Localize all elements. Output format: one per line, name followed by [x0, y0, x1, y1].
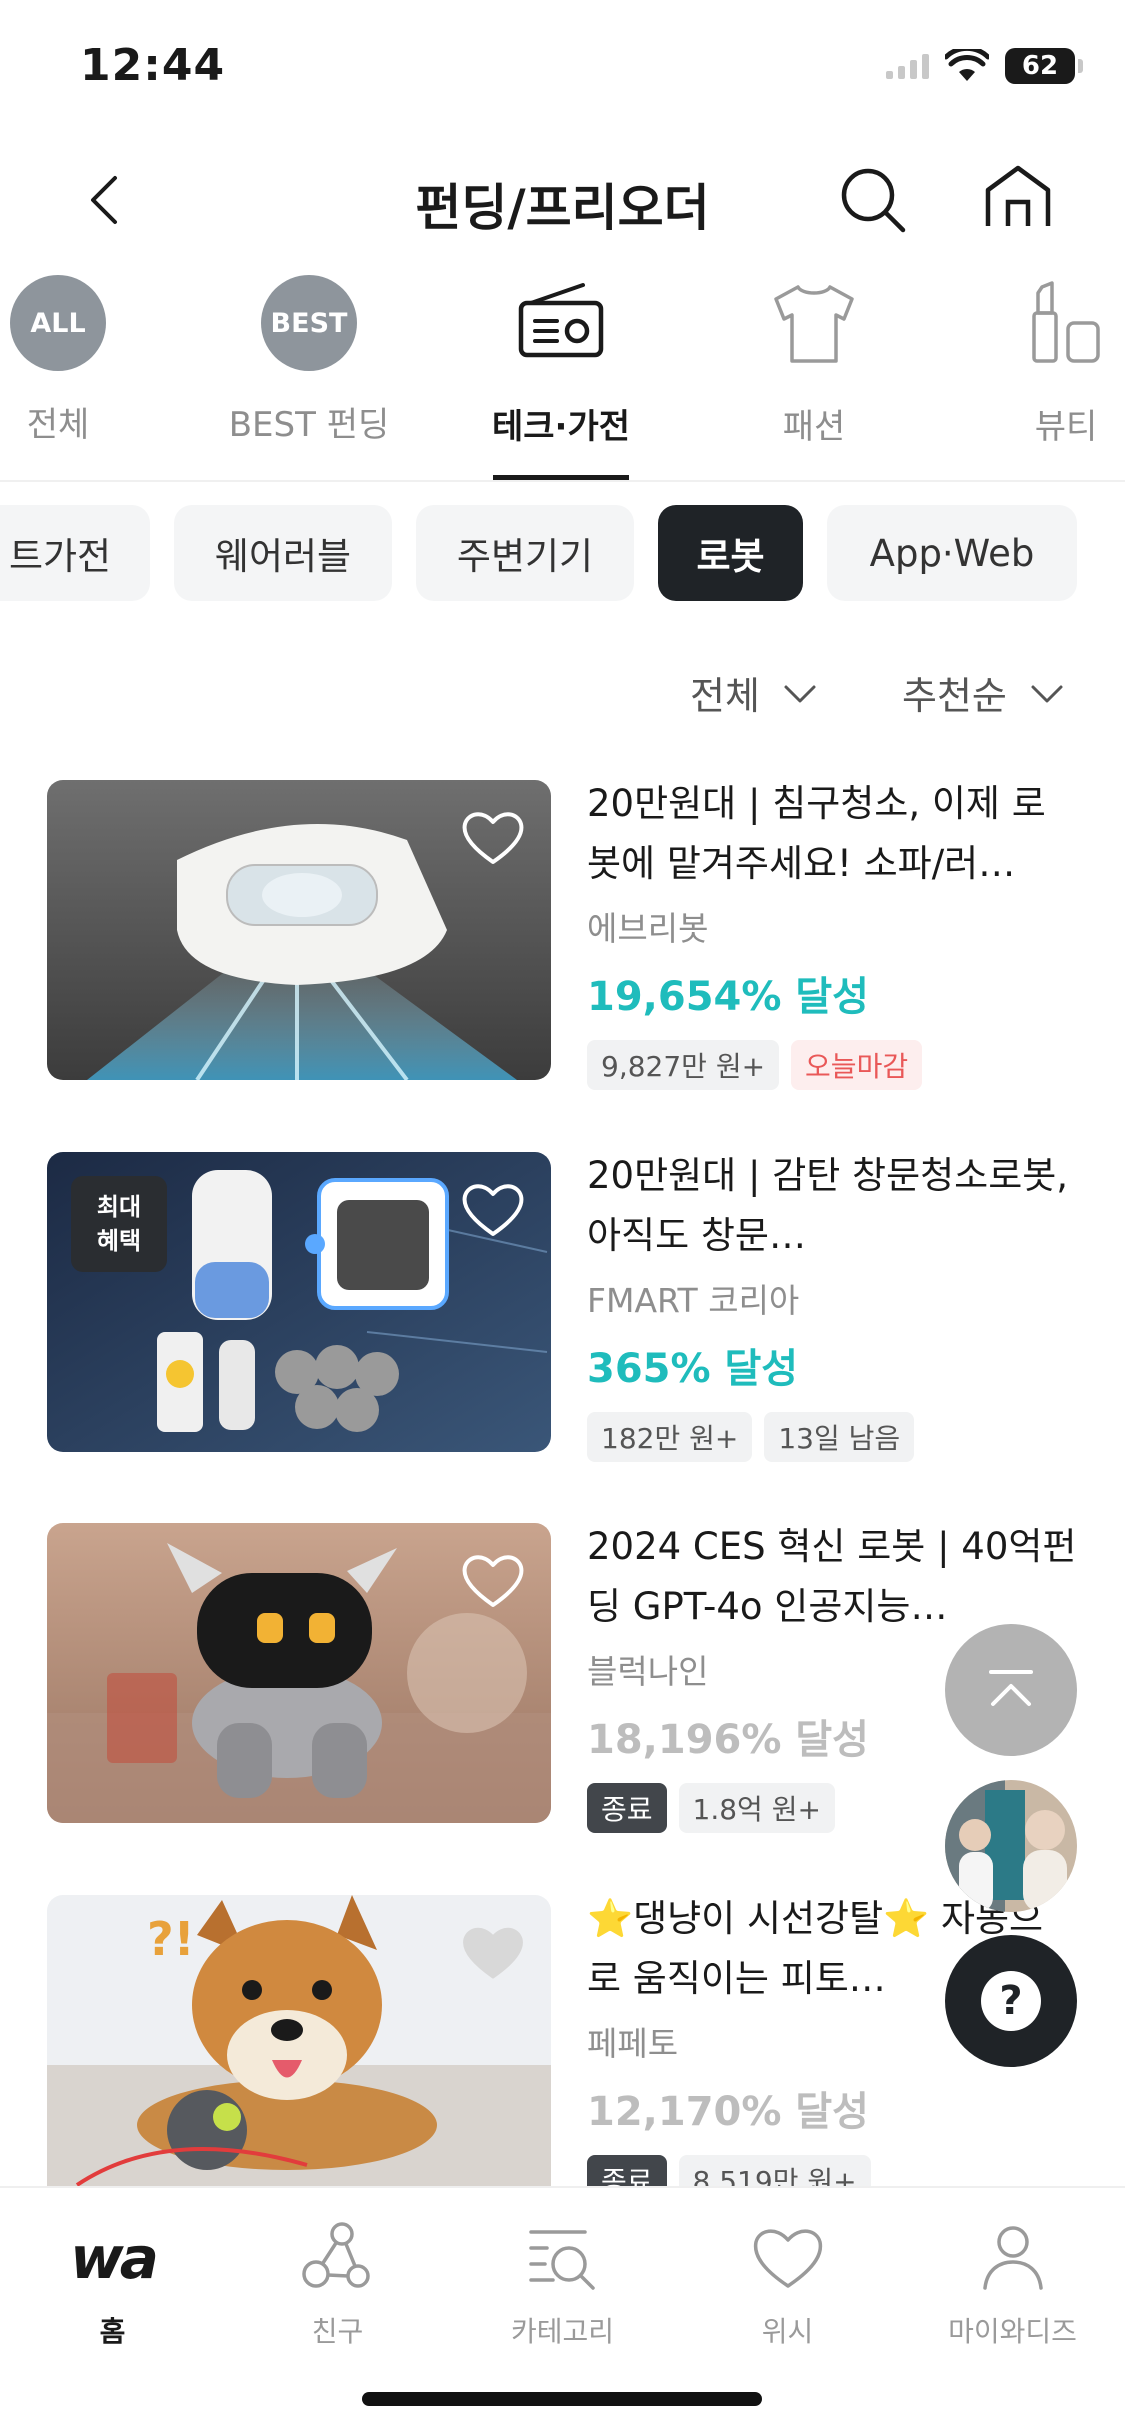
help-icon: ? [981, 1971, 1041, 2031]
status-time: 12:44 [80, 40, 226, 91]
category-search-icon [528, 2230, 595, 2290]
wadiz-logo-icon: wa [70, 2224, 159, 2292]
home-icon[interactable] [980, 160, 1056, 236]
nav-label: 카테고리 [510, 2315, 615, 2348]
heart-icon[interactable] [461, 1180, 525, 1238]
ended-tag: 종료 [587, 1783, 667, 1833]
product-card[interactable]: 2024 CES 혁신 로봇 | 40억펀딩 GPT-4o 인공지능… 블럭나인… [47, 1523, 1077, 1833]
chip-app-web[interactable]: App·Web [827, 505, 1077, 601]
product-image[interactable] [47, 780, 551, 1080]
radio-icon [518, 283, 604, 358]
divider [0, 480, 1125, 482]
product-title[interactable]: 20만원대 | 감탄 창문청소로봇, 아직도 창문… [587, 1146, 1077, 1268]
nav-label: 홈 [99, 2315, 126, 2348]
product-maker: 에브리봇 [587, 909, 709, 948]
category-label: BEST 펀딩 [228, 405, 390, 445]
avatar [945, 1780, 1077, 1912]
product-image[interactable]: 최대 혜택 [47, 1152, 551, 1452]
chevron-down-icon [784, 685, 816, 702]
filter-label: 전체 [690, 674, 760, 718]
subcategory-chips: 트가전 웨어러블 주변기기 로봇 App·Web [0, 505, 1125, 605]
cosmetics-icon [1032, 281, 1100, 363]
achievement-rate: 12,170% 달성 [587, 2089, 869, 2135]
days-left-tag: 13일 남음 [764, 1412, 915, 1462]
chip-wearable[interactable]: 웨어러블 [174, 505, 392, 601]
category-label: 뷰티 [1034, 407, 1098, 447]
category-tabs: ALL 전체 BEST BEST 펀딩 테크·가전 패션 뷰티 [0, 270, 1125, 482]
product-image[interactable]: ?! [47, 1895, 551, 2186]
category-tab-tech[interactable]: 테크·가전 [446, 270, 676, 482]
amount-tag: 9,827만 원+ [587, 1040, 780, 1090]
chip-robot[interactable]: 로봇 [658, 505, 803, 601]
amount-tag: 1.8억 원+ [678, 1783, 835, 1833]
nav-my-wadiz[interactable]: 마이와디즈 [900, 2218, 1125, 2350]
product-info: 20만원대 | 감탄 창문청소로봇, 아직도 창문… FMART 코리아 365… [587, 1152, 1077, 1462]
nav-category[interactable]: 카테고리 [450, 2218, 675, 2350]
profile-icon [982, 2226, 1043, 2290]
nav-home[interactable]: wa 홈 [0, 2218, 225, 2350]
all-badge-icon: ALL [10, 275, 106, 371]
friends-icon [301, 2222, 370, 2288]
achievement-rate: 19,654% 달성 [587, 974, 869, 1020]
header: 펀딩/프리오더 [0, 140, 1125, 260]
arrow-up-icon [989, 1670, 1033, 1706]
product-title[interactable]: 20만원대 | 침구청소, 이제 로봇에 맡겨주세요! 소파/러… [587, 774, 1077, 896]
nav-friends[interactable]: 친구 [225, 2218, 450, 2350]
status-icons: 62 [886, 48, 1083, 84]
heart-icon[interactable] [461, 1551, 525, 1609]
page-title: 펀딩/프리오더 [415, 179, 710, 237]
nav-wish[interactable]: 위시 [675, 2218, 900, 2350]
category-tab-all[interactable]: ALL 전체 [0, 270, 173, 482]
product-image[interactable] [47, 1523, 551, 1823]
wifi-icon [945, 49, 989, 81]
deadline-tag: 오늘마감 [791, 1040, 923, 1090]
sort-label: 추천순 [902, 674, 1007, 718]
heart-icon [753, 2229, 822, 2288]
scroll-top-button[interactable] [945, 1624, 1077, 1756]
nav-label: 위시 [761, 2315, 814, 2348]
product-card[interactable]: 최대 혜택 20만원대 | 감탄 창문청소로봇, 아직도 창문… FMART 코… [47, 1152, 1077, 1462]
category-label: 테크·가전 [491, 407, 631, 447]
heart-icon[interactable] [461, 808, 525, 866]
product-title[interactable]: 2024 CES 혁신 로봇 | 40억펀딩 GPT-4o 인공지능… [587, 1517, 1077, 1639]
product-maker: FMART 코리아 [587, 1281, 800, 1320]
amount-tag: 182만 원+ [587, 1412, 753, 1462]
svg-text:?!: ?! [147, 1912, 195, 1966]
category-label: 패션 [782, 407, 846, 447]
nav-label: 친구 [311, 2315, 364, 2348]
category-label: 전체 [26, 405, 90, 445]
category-tab-beauty[interactable]: 뷰티 [951, 270, 1125, 482]
product-info: 20만원대 | 침구청소, 이제 로봇에 맡겨주세요! 소파/러… 에브리봇 1… [587, 780, 1077, 1090]
chip-smart-appliance[interactable]: 트가전 [0, 505, 150, 601]
category-tab-fashion[interactable]: 패션 [699, 270, 929, 482]
status-bar: 12:44 62 [0, 0, 1125, 130]
filter-dropdown[interactable]: 전체 [690, 665, 820, 720]
signal-icon [886, 53, 929, 79]
heart-icon[interactable] [461, 1923, 525, 1981]
best-badge-icon: BEST [261, 275, 357, 371]
battery-icon: 62 [1005, 48, 1083, 84]
chevron-down-icon [1031, 685, 1063, 702]
product-card[interactable]: 20만원대 | 침구청소, 이제 로봇에 맡겨주세요! 소파/러… 에브리봇 1… [47, 780, 1077, 1090]
category-tab-best[interactable]: BEST BEST 펀딩 [194, 270, 424, 482]
home-indicator [362, 2392, 762, 2406]
live-avatar-button[interactable] [945, 1780, 1077, 1912]
search-icon[interactable] [835, 162, 911, 238]
chip-peripherals[interactable]: 주변기기 [416, 505, 634, 601]
nav-label: 마이와디즈 [948, 2315, 1077, 2348]
achievement-rate: 365% 달성 [587, 1346, 799, 1392]
sort-dropdown[interactable]: 추천순 [902, 665, 1067, 720]
tshirt-icon [774, 285, 854, 363]
max-benefit-badge: 최대 혜택 [71, 1176, 167, 1272]
product-card[interactable]: ?! ⭐댕냥이 시선강탈⭐ 자동으로 움직이는 피토… 페페토 12,170% … [47, 1895, 1077, 2205]
help-button[interactable]: ? [945, 1935, 1077, 2067]
